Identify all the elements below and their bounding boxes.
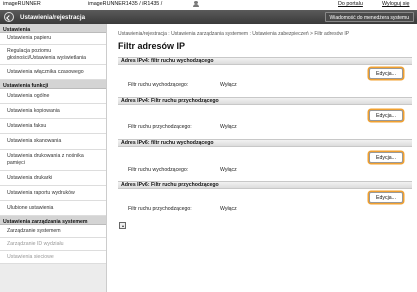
page-header: Ustawienia/rejestracja Wiadomość do mene…	[0, 10, 417, 24]
device-model: imageRUNNER1435 / iR1435 /	[88, 1, 163, 7]
edit-button[interactable]: Edycja...	[369, 110, 403, 121]
sidebar-item-department-id[interactable]: Zarządzanie ID wydziału	[0, 238, 106, 251]
edit-button[interactable]: Edycja...	[369, 192, 403, 203]
page-top-icon[interactable]	[119, 222, 126, 229]
filter-row: Filtr ruchu wychodzącego: Wyłącz	[128, 82, 237, 88]
sidebar-group-settings: Ustawienia	[0, 24, 106, 33]
sidebar-item-printer-settings[interactable]: Ustawienia drukarki	[0, 171, 106, 186]
filter-row: Filtr ruchu przychodzącego: Wyłącz	[128, 206, 237, 212]
edit-button[interactable]: Edycja...	[369, 152, 403, 163]
filter-value: Wyłącz	[220, 82, 237, 88]
sidebar-item-timer-settings[interactable]: Ustawienia włącznika czasowego	[0, 65, 106, 80]
sidebar-group-function-settings: Ustawienia funkcji	[0, 80, 106, 89]
section-ipv6-outbound: Adres IPv6: filtr ruchu wychodzącego Edy…	[118, 139, 412, 181]
sidebar-item-scan-settings[interactable]: Ustawienia skanowania	[0, 134, 106, 150]
section-ipv6-inbound: Adres IPv6: Filtr ruchu przychodzącego E…	[118, 181, 412, 221]
filter-row: Filtr ruchu wychodzącego: Wyłącz	[128, 167, 237, 173]
filter-label: Filtr ruchu przychodzącego:	[128, 206, 192, 212]
sidebar-item-copy-settings[interactable]: Ustawienia kopiowania	[0, 104, 106, 119]
sidebar-item-favorite-settings[interactable]: Ulubione ustawienia	[0, 201, 106, 216]
sidebar-item-fax-settings[interactable]: Ustawienia faksu	[0, 119, 106, 134]
page-title: Filtr adresów IP	[118, 41, 186, 51]
message-to-admin-button[interactable]: Wiadomość do menedżera systemu	[324, 12, 414, 22]
sidebar-item-network-settings[interactable]: Ustawienia sieciowe	[0, 251, 106, 264]
back-icon[interactable]	[4, 12, 14, 22]
filter-value: Wyłącz	[220, 167, 237, 173]
filter-value: Wyłącz	[220, 124, 237, 130]
section-header: Adres IPv4: Filtr ruchu przychodzącego	[118, 97, 412, 105]
sidebar-item-volume-display[interactable]: Regulacja poziomu głośności/Ustawienia w…	[0, 45, 106, 65]
brand-name: imageRUNNER	[3, 1, 41, 7]
sidebar-item-print-report-settings[interactable]: Ustawienia raportu wydruków	[0, 186, 106, 201]
section-header: Adres IPv6: Filtr ruchu przychodzącego	[118, 181, 412, 189]
sidebar-group-system-management: Ustawienia zarządzania systemem	[0, 216, 106, 225]
sidebar-item-system-management[interactable]: Zarządzanie systemem	[0, 225, 106, 238]
logout-link[interactable]: Wyloguj się	[382, 1, 410, 7]
breadcrumb: Ustawienia/rejestracja : Ustawienia zarz…	[118, 31, 350, 37]
sidebar: Ustawienia Ustawienia papieru Regulacja …	[0, 24, 107, 292]
filter-label: Filtr ruchu wychodzącego:	[128, 167, 189, 173]
section-ipv4-outbound: Adres IPv4: filtr ruchu wychodzącego Edy…	[118, 57, 412, 97]
main-content: Ustawienia/rejestracja : Ustawienia zarz…	[113, 24, 417, 292]
section-header: Adres IPv4: filtr ruchu wychodzącego	[118, 57, 412, 65]
sidebar-item-general-settings[interactable]: Ustawienia ogólne	[0, 89, 106, 104]
sidebar-item-media-print-settings[interactable]: Ustawienia drukowania z nośnika pamięci	[0, 150, 106, 171]
sidebar-item-paper-settings[interactable]: Ustawienia papieru	[0, 33, 106, 45]
filter-label: Filtr ruchu przychodzącego:	[128, 124, 192, 130]
section-ipv4-inbound: Adres IPv4: Filtr ruchu przychodzącego E…	[118, 97, 412, 139]
filter-row: Filtr ruchu przychodzącego: Wyłącz	[128, 124, 237, 130]
top-bar: imageRUNNER imageRUNNER1435 / iR1435 / D…	[0, 0, 417, 9]
portal-link[interactable]: Do portalu	[338, 1, 363, 7]
filter-value: Wyłącz	[220, 206, 237, 212]
edit-button[interactable]: Edycja...	[369, 68, 403, 79]
user-icon	[192, 1, 200, 8]
header-title: Ustawienia/rejestracja	[20, 13, 86, 21]
filter-label: Filtr ruchu wychodzącego:	[128, 82, 189, 88]
section-header: Adres IPv6: filtr ruchu wychodzącego	[118, 139, 412, 147]
